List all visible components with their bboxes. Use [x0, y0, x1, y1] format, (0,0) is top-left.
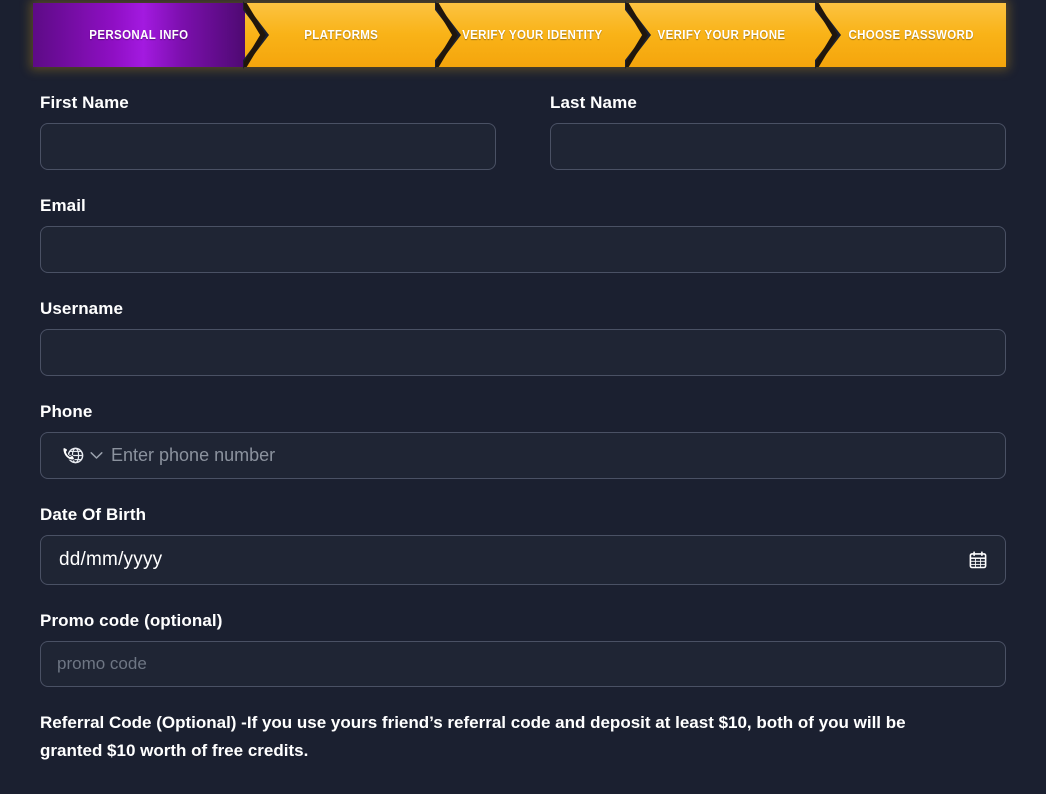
- personal-info-form: First Name Last Name Email Username Phon…: [0, 67, 1046, 764]
- step-label: Choose Password: [848, 28, 975, 42]
- step-label: Personal Info: [89, 28, 189, 42]
- dob-row: Date Of Birth dd/mm/yyyy: [0, 479, 1046, 585]
- signup-progress-stepper: Personal Info Platforms Verify Your Iden…: [33, 3, 1006, 67]
- dob-value-text: dd/mm/yyyy: [59, 549, 163, 570]
- step-verify-your-identity[interactable]: Verify Your Identity: [437, 3, 648, 67]
- dob-input[interactable]: dd/mm/yyyy: [40, 535, 1006, 585]
- chevron-down-icon[interactable]: [89, 449, 103, 463]
- phone-placeholder-text: Enter phone number: [111, 445, 276, 465]
- first-name-field: First Name: [40, 67, 496, 170]
- last-name-input[interactable]: [550, 123, 1006, 170]
- dob-field: Date Of Birth dd/mm/yyyy: [40, 479, 1006, 585]
- last-name-field: Last Name: [550, 67, 1006, 170]
- step-verify-your-phone[interactable]: Verify Your Phone: [627, 3, 838, 67]
- last-name-label: Last Name: [550, 93, 637, 112]
- step-label: Verify Your Identity: [461, 28, 603, 42]
- email-row: Email: [0, 170, 1046, 273]
- step-label: Platforms: [303, 28, 379, 42]
- username-label: Username: [40, 299, 124, 318]
- email-input[interactable]: [40, 226, 1006, 273]
- phone-row: Phone Enter phone number: [0, 376, 1046, 479]
- name-row: First Name Last Name: [0, 67, 1046, 170]
- username-row: Username: [0, 273, 1046, 376]
- username-input[interactable]: [40, 329, 1006, 376]
- promo-row: Promo code (optional): [0, 585, 1046, 687]
- promo-field: Promo code (optional): [40, 585, 1006, 687]
- phone-label: Phone: [40, 402, 93, 421]
- username-field: Username: [40, 273, 1006, 376]
- email-field: Email: [40, 170, 1006, 273]
- step-platforms[interactable]: Platforms: [245, 3, 458, 67]
- dob-label: Date Of Birth: [40, 505, 147, 524]
- calendar-icon[interactable]: [968, 551, 987, 570]
- step-choose-password[interactable]: Choose Password: [817, 3, 1006, 67]
- promo-input[interactable]: [40, 641, 1006, 687]
- referral-note: Referral Code (Optional) -If you use you…: [40, 713, 906, 760]
- first-name-input[interactable]: [40, 123, 496, 170]
- first-name-label: First Name: [40, 93, 129, 112]
- email-label: Email: [40, 196, 86, 215]
- phone-globe-icon[interactable]: [59, 445, 85, 467]
- promo-label: Promo code (optional): [40, 611, 223, 630]
- step-label: Verify Your Phone: [658, 28, 786, 42]
- phone-field: Phone Enter phone number: [40, 376, 1006, 479]
- phone-input-wrapper[interactable]: Enter phone number: [40, 432, 1006, 479]
- step-personal-info[interactable]: Personal Info: [33, 3, 266, 67]
